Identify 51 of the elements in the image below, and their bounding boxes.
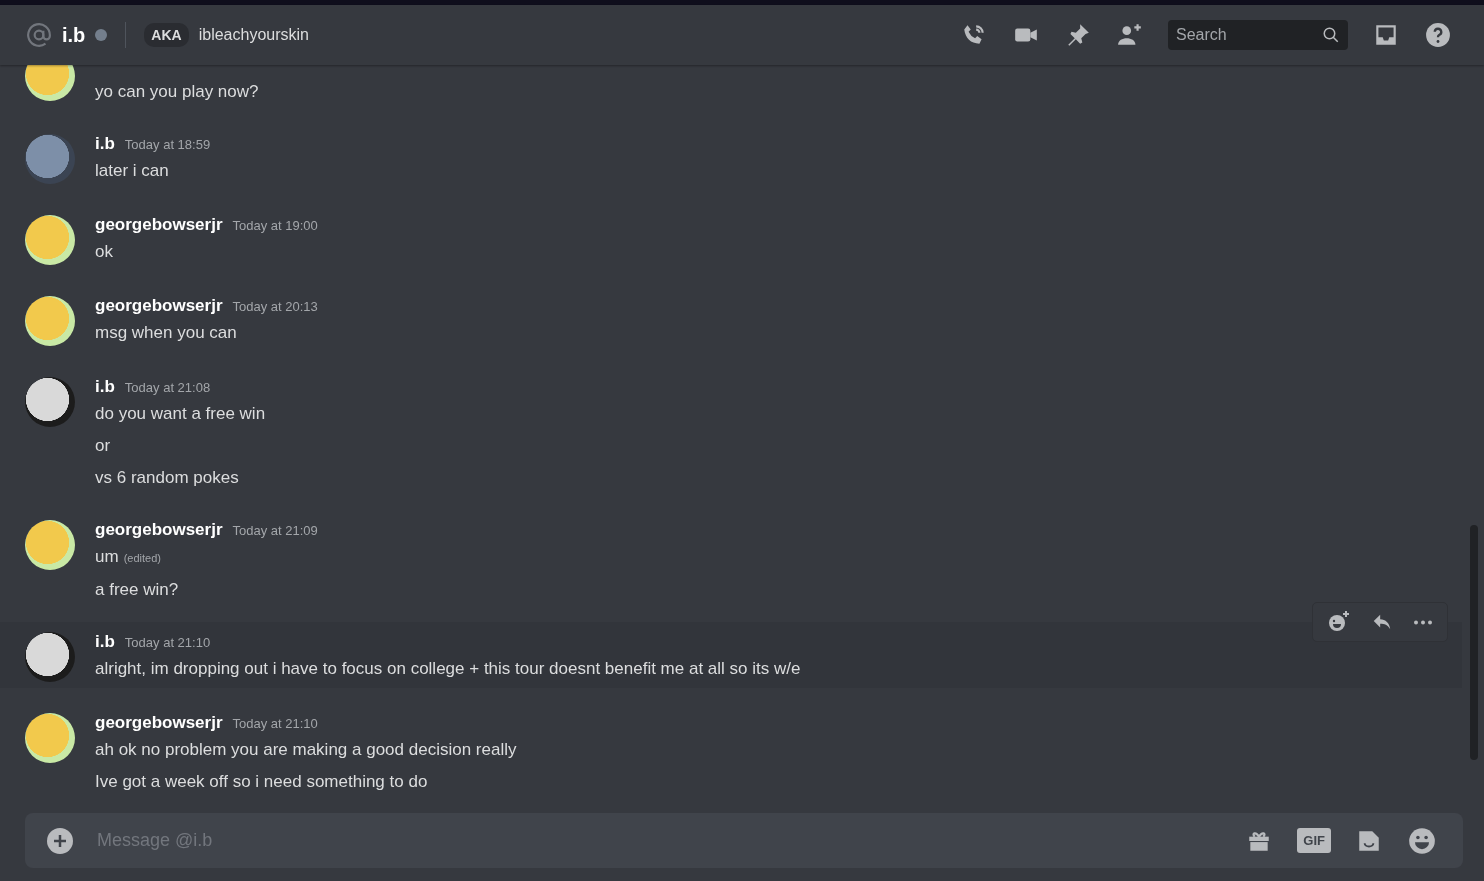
message-time: Today at 21:10 bbox=[124, 635, 211, 650]
message-text: ok bbox=[95, 242, 113, 261]
gif-button[interactable]: GIF bbox=[1297, 828, 1331, 853]
help-button[interactable] bbox=[1425, 22, 1451, 48]
ellipsis-icon bbox=[1413, 619, 1433, 625]
author-name[interactable]: georgebowserjr bbox=[95, 296, 223, 316]
author-name[interactable]: i.b bbox=[95, 134, 115, 154]
add-friend-button[interactable] bbox=[1117, 22, 1143, 48]
message-text: vs 6 random pokes bbox=[95, 468, 239, 487]
user-avatar bbox=[25, 215, 75, 265]
message-time: Today at 21:10 bbox=[232, 716, 318, 731]
user-avatar bbox=[25, 520, 75, 570]
author-name[interactable]: i.b bbox=[95, 632, 115, 652]
aka-tag: AKA bbox=[144, 23, 189, 47]
message-time: Today at 19:00 bbox=[232, 218, 318, 233]
message-time: Today at 18:59 bbox=[124, 137, 211, 152]
alias-name: ibleachyourskin bbox=[198, 26, 309, 44]
message-text: alright, im dropping out i have to focus on college + this tour doesnt benefit me at all so its w/e bbox=[95, 659, 801, 678]
message-text: a free win? bbox=[95, 580, 179, 599]
message-text: msg when you can bbox=[95, 323, 237, 342]
message-text: or bbox=[95, 436, 111, 455]
message-time: Today at 21:08 bbox=[124, 380, 211, 395]
user-avatar bbox=[25, 713, 75, 763]
user-avatar bbox=[25, 377, 75, 427]
message-text: Ive got a week off so i need something to do bbox=[95, 772, 428, 791]
message-text: um bbox=[95, 547, 119, 566]
search-icon bbox=[1322, 26, 1340, 44]
scrollbar-thumb[interactable] bbox=[1470, 525, 1478, 760]
attach-button[interactable] bbox=[47, 827, 73, 854]
message-time: Today at 20:13 bbox=[232, 299, 318, 314]
author-name[interactable]: i.b bbox=[95, 377, 115, 397]
search-field[interactable]: Search bbox=[1168, 20, 1348, 50]
author-name[interactable]: georgebowserjr bbox=[95, 520, 223, 540]
message-text: later i can bbox=[95, 161, 169, 180]
message-text: yo can you play now? bbox=[95, 82, 259, 101]
user-name: i.b bbox=[62, 23, 86, 47]
user-avatar bbox=[25, 134, 75, 184]
message-text: ah ok no problem you are making a good decision really bbox=[95, 740, 517, 759]
author-name[interactable]: georgebowserjr bbox=[95, 215, 223, 235]
inbox-button[interactable] bbox=[1373, 22, 1399, 48]
message-time: Today at 21:09 bbox=[232, 523, 318, 538]
message-text: do you want a free win bbox=[95, 404, 266, 423]
user-avatar bbox=[25, 632, 75, 682]
at-sign-icon bbox=[26, 22, 52, 48]
emoji-button[interactable] bbox=[1408, 826, 1436, 855]
user-avatar bbox=[25, 296, 75, 346]
author-name[interactable]: georgebowserjr bbox=[95, 713, 223, 733]
plus-icon bbox=[53, 833, 67, 848]
edited-label: (edited) bbox=[123, 552, 161, 564]
smiley-plus-icon bbox=[1327, 610, 1351, 634]
user-avatar bbox=[25, 65, 75, 101]
